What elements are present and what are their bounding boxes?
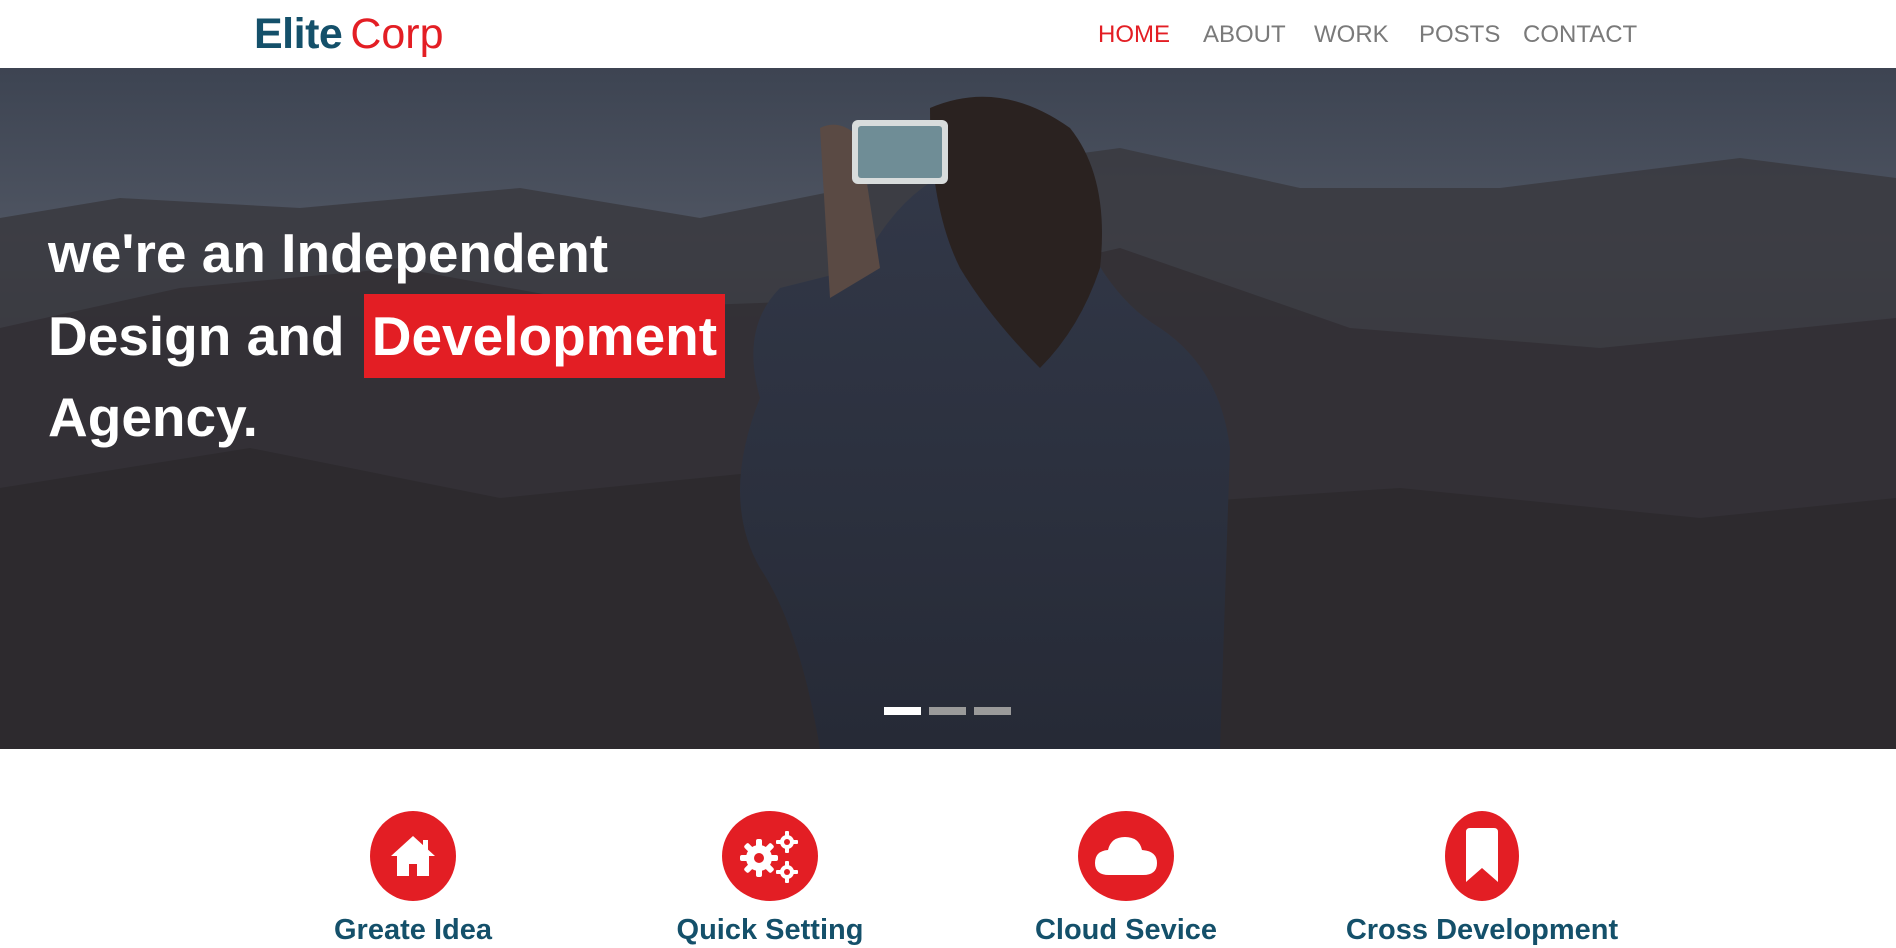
- feature-cross-development: Cross Development: [1302, 811, 1662, 948]
- slider-indicator-2[interactable]: [929, 707, 966, 715]
- gears-icon: [740, 831, 798, 883]
- feature-icon-button[interactable]: [1078, 811, 1174, 901]
- hero-heading-line-1: we're an Independent: [48, 222, 609, 284]
- brand-logo[interactable]: Elite Corp: [254, 8, 444, 60]
- hero-heading-line-2: Design and Development: [48, 294, 726, 378]
- hero-heading-prefix: Design and: [48, 305, 345, 367]
- nav-item-contact[interactable]: CONTACT: [1523, 18, 1637, 52]
- hero-heading: we're an Independent Design and Developm…: [48, 212, 726, 458]
- brand-name-first: Elite: [254, 10, 343, 58]
- brand-name-second: Corp: [350, 10, 444, 58]
- hero-heading-highlight: Development: [363, 294, 726, 378]
- feature-cloud-sevice: Cloud Sevice: [946, 811, 1306, 948]
- slider-indicator-1[interactable]: [884, 707, 921, 715]
- feature-greate-idea: Greate Idea: [233, 811, 593, 948]
- site-header: Elite Corp HOME ABOUT WORK POSTS CONTACT: [0, 0, 1896, 68]
- nav-item-work[interactable]: WORK: [1314, 18, 1389, 52]
- feature-title: Quick Setting: [676, 914, 864, 946]
- nav-item-posts[interactable]: POSTS: [1419, 18, 1500, 52]
- feature-title: Cloud Sevice: [1034, 914, 1218, 946]
- feature-icon-button[interactable]: [1445, 811, 1519, 901]
- nav-item-about[interactable]: ABOUT: [1203, 18, 1286, 52]
- feature-quick-setting: Quick Setting: [590, 811, 950, 948]
- features-section: Greate Idea Quick Setting Cloud Sevice C…: [0, 749, 1896, 948]
- cloud-icon: [1095, 837, 1157, 875]
- feature-icon-button[interactable]: [370, 811, 456, 901]
- hero-heading-line-3: Agency.: [48, 386, 258, 448]
- nav-item-home[interactable]: HOME: [1098, 18, 1170, 52]
- slider-indicators: [884, 707, 1011, 715]
- slider-indicator-3[interactable]: [974, 707, 1011, 715]
- feature-title: Greate Idea: [334, 914, 492, 946]
- feature-icon-button[interactable]: [722, 811, 818, 901]
- bookmark-icon: [1466, 828, 1498, 882]
- home-icon: [391, 836, 435, 876]
- hero-slider: we're an Independent Design and Developm…: [0, 68, 1896, 749]
- feature-title: Cross Development: [1345, 914, 1619, 946]
